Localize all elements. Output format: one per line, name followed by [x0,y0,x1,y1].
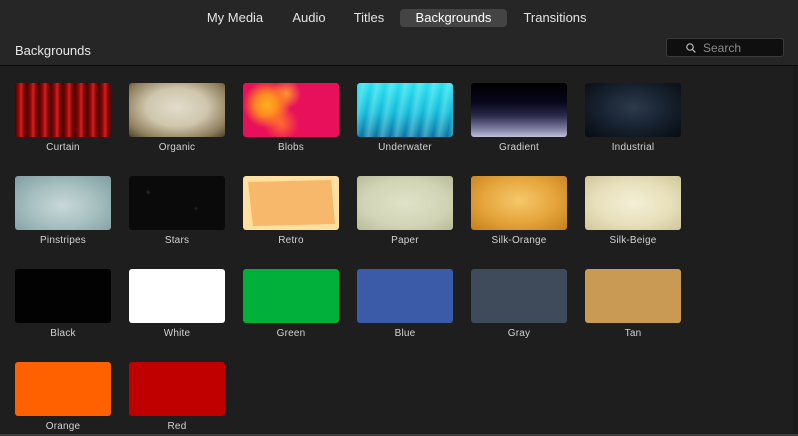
background-label: Red [167,421,187,432]
pinstripes-thumbnail [15,176,111,230]
organic-thumbnail [129,83,225,137]
gradient-thumbnail [471,83,567,137]
paper-thumbnail [357,176,453,230]
silk-orange-thumbnail [471,176,567,230]
background-pinstripes[interactable]: Pinstripes [14,175,128,261]
blue-thumbnail [357,269,453,323]
search-field[interactable] [666,38,784,57]
silk-beige-thumbnail [585,176,681,230]
background-red[interactable]: Red [128,361,242,434]
background-label: Paper [391,235,419,246]
background-label: Black [50,328,76,339]
background-label: Gradient [499,142,539,153]
retro-thumbnail [243,176,339,230]
background-label: Organic [158,142,196,153]
background-label: Curtain [46,142,80,153]
background-orange[interactable]: Orange [14,361,128,434]
background-black[interactable]: Black [14,268,128,354]
background-label: Gray [507,328,531,339]
background-stars[interactable]: Stars [128,175,242,261]
tab-audio[interactable]: Audio [285,9,333,27]
white-thumbnail [129,269,225,323]
background-label: Orange [45,421,81,432]
backgrounds-grid: Curtain Organic Blobs Underwater Gradien… [0,66,792,434]
background-label: White [163,328,191,339]
tan-thumbnail [585,269,681,323]
tab-transitions[interactable]: Transitions [516,9,594,27]
background-silk-beige[interactable]: Silk-Beige [584,175,698,261]
tab-backgrounds[interactable]: Backgrounds [400,9,507,27]
background-label: Stars [164,235,190,246]
industrial-thumbnail [585,83,681,137]
background-gradient[interactable]: Gradient [470,82,584,168]
background-label: Pinstripes [40,235,86,246]
background-underwater[interactable]: Underwater [356,82,470,168]
background-label: Blue [394,328,416,339]
tab-my-media[interactable]: My Media [199,9,271,27]
blobs-thumbnail [243,83,339,137]
background-blue[interactable]: Blue [356,268,470,354]
background-label: Silk-Orange [491,235,547,246]
vertical-scrollbar[interactable] [793,66,798,434]
background-curtain[interactable]: Curtain [14,82,128,168]
stars-thumbnail [129,176,225,230]
media-tab-bar: My Media Audio Titles Backgrounds Transi… [0,0,798,34]
search-icon [686,43,696,53]
background-label: Underwater [378,142,432,153]
background-label: Tan [624,328,642,339]
underwater-thumbnail [357,83,453,137]
background-retro[interactable]: Retro [242,175,356,261]
red-thumbnail [129,362,225,416]
gray-thumbnail [471,269,567,323]
background-paper[interactable]: Paper [356,175,470,261]
background-white[interactable]: White [128,268,242,354]
background-silk-orange[interactable]: Silk-Orange [470,175,584,261]
background-label: Industrial [611,142,655,153]
background-label: Silk-Beige [609,235,657,246]
green-thumbnail [243,269,339,323]
background-label: Green [276,328,306,339]
browser-header: Backgrounds [0,34,798,66]
background-organic[interactable]: Organic [128,82,242,168]
page-title: Backgrounds [15,43,91,58]
tab-titles[interactable]: Titles [346,9,392,27]
background-blobs[interactable]: Blobs [242,82,356,168]
background-label: Blobs [277,142,304,153]
background-industrial[interactable]: Industrial [584,82,698,168]
orange-thumbnail [15,362,111,416]
curtain-thumbnail [15,83,111,137]
search-input[interactable] [703,40,781,55]
black-thumbnail [15,269,111,323]
background-gray[interactable]: Gray [470,268,584,354]
background-label: Retro [278,235,304,246]
background-tan[interactable]: Tan [584,268,698,354]
background-green[interactable]: Green [242,268,356,354]
